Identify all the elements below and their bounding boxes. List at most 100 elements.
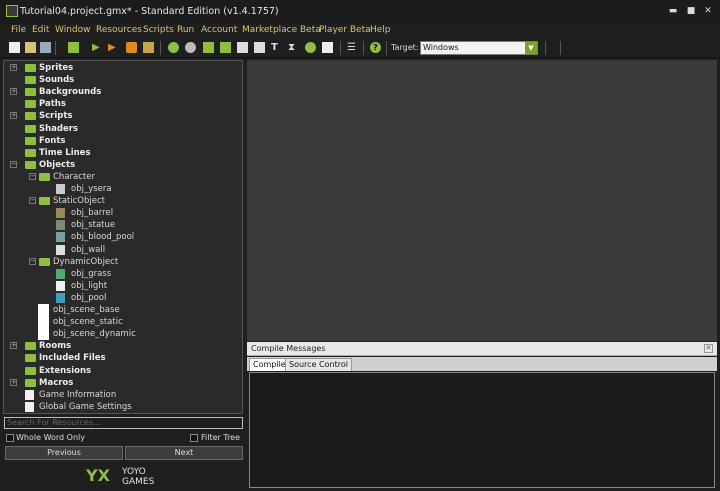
menu-help[interactable]: Help: [370, 25, 391, 35]
tab-source-control[interactable]: Source Control: [285, 358, 352, 371]
tree-expander-icon[interactable]: −: [10, 160, 17, 168]
tree-item[interactable]: obj_ysera: [4, 183, 242, 195]
menu-scripts[interactable]: Scripts: [143, 25, 174, 35]
menu-account[interactable]: Account: [201, 25, 237, 35]
tree-expander-icon[interactable]: +: [10, 342, 17, 350]
tree-item[interactable]: + Scripts: [4, 110, 242, 122]
tree-expander-icon[interactable]: −: [29, 197, 36, 205]
previous-button[interactable]: Previous: [5, 446, 123, 460]
tree-item[interactable]: Paths: [4, 98, 242, 110]
create-sprite-icon[interactable]: [168, 42, 179, 53]
tree-item-label: Game Information: [39, 389, 117, 400]
tree-item[interactable]: Sounds: [4, 74, 242, 86]
open-project-icon[interactable]: [25, 42, 36, 53]
tree-item[interactable]: obj_pool: [4, 292, 242, 304]
create-timeline-icon[interactable]: ⧗: [288, 42, 299, 53]
tree-item[interactable]: obj_barrel: [4, 207, 242, 219]
search-input[interactable]: Search For Resources...: [4, 417, 243, 429]
tree-item-label: obj_scene_base: [53, 305, 120, 315]
tree-expander-icon[interactable]: +: [10, 88, 17, 96]
tab-compile[interactable]: Compile: [249, 358, 290, 371]
run-icon[interactable]: ▶: [92, 42, 103, 53]
folder-icon: [25, 64, 36, 72]
create-room-icon[interactable]: [322, 42, 333, 53]
menu-resources[interactable]: Resources: [96, 25, 142, 35]
tree-expander-icon[interactable]: +: [10, 64, 17, 71]
menu-edit[interactable]: Edit: [32, 25, 49, 35]
create-font-icon[interactable]: T: [271, 42, 282, 53]
tree-item-label: Fonts: [39, 135, 66, 146]
tree-item[interactable]: + Backgrounds: [4, 86, 242, 98]
tree-item[interactable]: obj_statue: [4, 219, 242, 231]
create-sound-icon[interactable]: [185, 42, 196, 53]
tree-item[interactable]: obj_grass: [4, 268, 242, 280]
help-icon[interactable]: ?: [370, 42, 381, 53]
whole-word-option[interactable]: Whole Word Only: [6, 433, 106, 445]
tree-item[interactable]: − StaticObject: [4, 195, 242, 207]
target-platform-select[interactable]: Windows ▼: [420, 41, 538, 55]
menu-file[interactable]: File: [11, 25, 26, 35]
create-shader-icon[interactable]: [254, 42, 265, 53]
tree-item[interactable]: obj_wall: [4, 244, 242, 256]
tree-item[interactable]: Global Game Settings: [4, 401, 242, 413]
folder-icon: [39, 172, 50, 181]
tree-item[interactable]: obj_scene_base: [4, 304, 242, 316]
filter-tree-option[interactable]: Filter Tree: [190, 433, 242, 445]
tree-expander-icon[interactable]: +: [10, 112, 17, 120]
close-icon[interactable]: ✕: [704, 344, 713, 353]
chevron-down-icon[interactable]: ▼: [525, 42, 537, 54]
tree-expander-icon[interactable]: −: [29, 172, 36, 180]
compile-tabs: Compile Source Control: [247, 357, 717, 371]
tree-item[interactable]: − Character: [4, 171, 242, 183]
tree-item-label: Macros: [39, 377, 74, 388]
workspace-area[interactable]: [247, 60, 717, 341]
compile-output[interactable]: [249, 372, 715, 488]
debug-icon[interactable]: ▶: [108, 42, 119, 53]
create-path-icon[interactable]: [220, 42, 231, 53]
tree-item-label: Character: [53, 171, 95, 182]
toolbar-separator: [340, 41, 341, 55]
filter-tree-checkbox[interactable]: [190, 434, 198, 442]
filter-tree-label: Filter Tree: [201, 433, 241, 442]
tree-item[interactable]: − Objects: [4, 159, 242, 171]
tree-expander-icon[interactable]: −: [29, 257, 36, 265]
tree-item[interactable]: Included Files: [4, 352, 242, 364]
tree-expander-icon[interactable]: +: [10, 378, 17, 386]
tree-item-label: Global Game Settings: [39, 401, 132, 412]
blood-pool-sprite-icon: [56, 232, 65, 243]
menu-bar: File Edit Window Resources Scripts Run A…: [0, 24, 720, 38]
settings-check-icon: [25, 401, 34, 412]
menu-window[interactable]: Window: [55, 25, 91, 35]
menu-run[interactable]: Run: [177, 25, 194, 35]
tree-item[interactable]: Shaders: [4, 123, 242, 135]
save-icon[interactable]: [40, 42, 51, 53]
stop-icon[interactable]: [126, 42, 137, 53]
menu-marketplace-beta[interactable]: Marketplace Beta: [242, 25, 321, 35]
menu-player-beta[interactable]: Player Beta: [319, 25, 371, 35]
toolbar-separator: [160, 41, 161, 55]
tree-item[interactable]: + Macros: [4, 377, 242, 389]
tree-item[interactable]: + Rooms: [4, 340, 242, 352]
tree-item[interactable]: − DynamicObject: [4, 256, 242, 268]
create-script-icon[interactable]: [237, 42, 248, 53]
tree-item[interactable]: Game Information: [4, 389, 242, 401]
create-object-icon[interactable]: [305, 42, 316, 53]
new-project-icon[interactable]: [9, 42, 20, 53]
tree-item[interactable]: + Sprites: [4, 62, 242, 74]
next-button[interactable]: Next: [125, 446, 243, 460]
clean-icon[interactable]: [143, 42, 154, 53]
maximize-icon[interactable]: ■: [684, 6, 698, 17]
game-settings-list-icon[interactable]: ☰: [347, 42, 358, 53]
tree-item[interactable]: Time Lines: [4, 147, 242, 159]
tree-item[interactable]: Extensions: [4, 365, 242, 377]
minimize-icon[interactable]: ▬: [666, 6, 680, 17]
tree-item[interactable]: Fonts: [4, 135, 242, 147]
tree-item[interactable]: obj_blood_pool: [4, 231, 242, 243]
close-icon[interactable]: ✕: [701, 6, 715, 17]
tree-item[interactable]: obj_scene_dynamic: [4, 328, 242, 341]
create-background-icon[interactable]: [203, 42, 214, 53]
tree-item[interactable]: obj_light: [4, 280, 242, 292]
create-executable-icon[interactable]: [68, 42, 79, 53]
tree-item[interactable]: obj_scene_static: [4, 316, 242, 329]
whole-word-checkbox[interactable]: [6, 434, 14, 442]
